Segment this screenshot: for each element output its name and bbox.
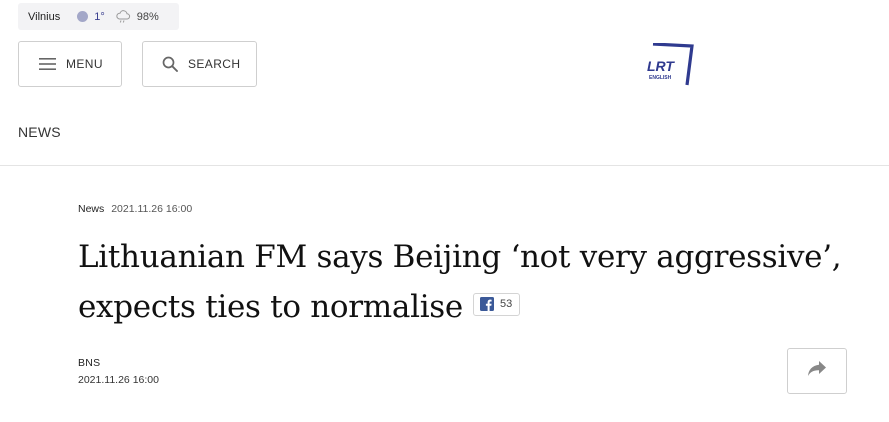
menu-label: MENU [66,57,103,71]
weather-widget[interactable]: Vilnius 1° 98% [18,3,179,30]
facebook-icon [479,297,494,311]
search-button[interactable]: SEARCH [142,41,257,87]
headline-text: Lithuanian FM says Beijing ‘not very agg… [78,239,842,325]
header-divider [0,165,889,166]
article-published: 2021.11.26 16:00 [111,203,193,215]
article-author[interactable]: BNS [78,357,101,369]
hamburger-icon [39,58,56,70]
menu-button[interactable]: MENU [18,41,122,87]
share-arrow-icon [807,360,827,382]
logo-text: LRT [647,58,675,74]
article-author-date: 2021.11.26 16:00 [78,374,159,386]
share-button[interactable] [787,348,847,394]
cloud-rain-icon [115,10,131,23]
section-title[interactable]: NEWS [18,124,61,140]
weather-humidity: 98% [136,10,159,23]
facebook-share-count[interactable]: 53 [472,292,521,316]
search-icon [162,56,178,72]
article-headline: Lithuanian FM says Beijing ‘not very agg… [78,232,868,332]
article-meta: News 2021.11.26 16:00 [78,203,192,215]
facebook-count: 53 [499,297,513,310]
search-label: SEARCH [188,57,241,71]
moon-icon [77,11,89,22]
weather-temperature: 1° [94,10,105,23]
weather-city: Vilnius [28,10,61,23]
logo-subtext: ENGLISH [649,75,672,81]
lrt-english-logo[interactable]: LRT ENGLISH [645,42,695,87]
article-category[interactable]: News [78,203,104,215]
